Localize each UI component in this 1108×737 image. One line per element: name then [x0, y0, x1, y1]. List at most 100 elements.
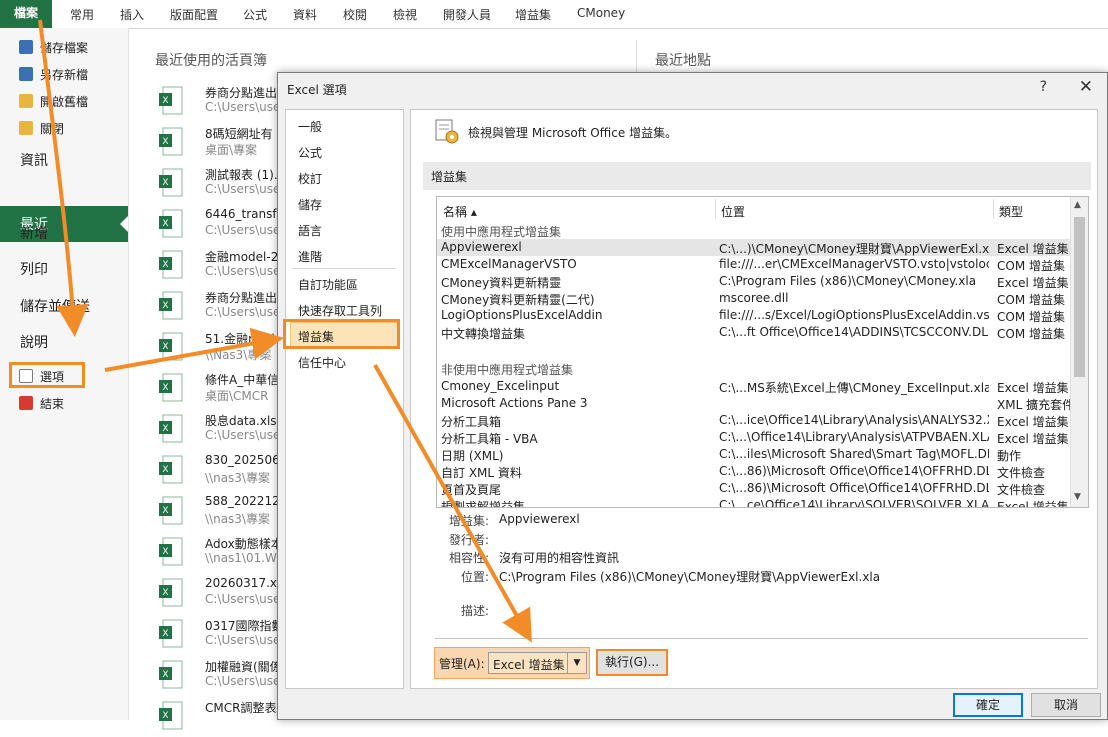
recent-file[interactable]: X CMCR調整表: [155, 697, 280, 737]
recent-file[interactable]: X 8碼短網址有 桌面\專案: [155, 123, 280, 163]
tab-review[interactable]: 校閱: [343, 6, 367, 23]
backstage-close[interactable]: 關閉: [0, 117, 128, 139]
nav-quick-access[interactable]: 快速存取工具列: [298, 302, 382, 319]
nav-divider: [292, 268, 396, 269]
tab-insert[interactable]: 插入: [120, 6, 144, 23]
svg-text:X: X: [162, 588, 168, 598]
recent-file[interactable]: X 券商分點進出 C:\Users\use: [155, 82, 280, 122]
table-row[interactable]: 規劃求解增益集 C:\...ce\Office14\Library\SOLVER\…: [437, 497, 1071, 507]
chevron-down-icon[interactable]: ▼: [567, 653, 586, 673]
table-row[interactable]: 分析工具箱 - VBA C:\...\Office14\Library\Analy…: [437, 429, 1071, 446]
tab-page-layout[interactable]: 版面配置: [170, 6, 218, 23]
backstage-new[interactable]: 新增: [20, 223, 48, 243]
excel-file-icon: X: [159, 86, 183, 115]
tab-home[interactable]: 常用: [70, 6, 94, 23]
addins-table[interactable]: 名稱 ▴ 位置 類型 使用中應用程式增益集 Appviewerexl C:\...…: [436, 196, 1089, 508]
nav-save[interactable]: 儲存: [298, 196, 322, 213]
column-name[interactable]: 名稱 ▴: [443, 203, 477, 220]
ok-button[interactable]: 確定: [953, 693, 1023, 717]
table-row-selected[interactable]: Appviewerexl C:\...)\CMoney\CMoney理財寶\App…: [437, 239, 1071, 256]
manage-select[interactable]: Excel 增益集 ▼: [488, 652, 587, 674]
backstage-print[interactable]: 列印: [20, 259, 48, 279]
recent-places-title: 最近地點: [655, 53, 711, 69]
svg-text:X: X: [162, 465, 168, 475]
nav-proofing[interactable]: 校訂: [298, 170, 322, 187]
backstage-help[interactable]: 說明: [20, 332, 48, 352]
excel-file-icon: X: [159, 496, 183, 525]
detail-compat-label: 相容性:: [448, 551, 489, 565]
table-row[interactable]: 頁首及頁尾 C:\...86)\Microsoft Office\Office14…: [437, 480, 1071, 497]
recent-file[interactable]: X 條件A_中華信 桌面\CMCR: [155, 369, 280, 409]
excel-file-icon: X: [159, 250, 183, 279]
table-row[interactable]: CMoney資料更新精靈 C:\Program Files (x86)\CMone…: [437, 273, 1071, 290]
scroll-up-icon[interactable]: ▲: [1074, 200, 1081, 210]
detail-compat-value: 沒有可用的相容性資訊: [499, 551, 620, 565]
table-row[interactable]: 分析工具箱 C:\...ice\Office14\Library\Analysis…: [437, 412, 1071, 429]
tab-file[interactable]: 檔案: [0, 0, 52, 28]
backstage-save[interactable]: 儲存檔案: [0, 36, 128, 58]
svg-text:X: X: [162, 301, 168, 311]
table-row[interactable]: LogiOptionsPlusExcelAddin file:///...s/Ex…: [437, 307, 1071, 324]
tab-data[interactable]: 資料: [293, 6, 317, 23]
table-scrollbar[interactable]: ▲ ▼: [1070, 197, 1088, 507]
save-as-icon: [19, 67, 33, 81]
table-row[interactable]: Microsoft Actions Pane 3 XML 擴充套件: [437, 395, 1074, 412]
nav-language[interactable]: 語言: [298, 222, 322, 239]
backstage-save-as[interactable]: 另存新檔: [0, 63, 128, 85]
column-divider: [715, 199, 716, 219]
addins-panel: 檢視與管理 Microsoft Office 增益集。 增益集 名稱 ▴ 位置 …: [410, 109, 1098, 689]
excel-file-icon: X: [159, 127, 183, 156]
recent-file[interactable]: X 金融model-2 C:\Users\use: [155, 246, 280, 286]
recent-file[interactable]: X 830_202506 \\nas3\專案: [155, 451, 280, 491]
detail-publisher-label: 發行者:: [448, 533, 489, 547]
detail-addin-value: Appviewerexl: [499, 512, 580, 526]
nav-customize-ribbon[interactable]: 自訂功能區: [298, 276, 358, 293]
group-active: 使用中應用程式增益集: [441, 225, 562, 239]
backstage-open[interactable]: 開啟舊檔: [0, 90, 128, 112]
close-button[interactable]: ✕: [1079, 77, 1093, 97]
go-button[interactable]: 執行(G)...: [596, 649, 668, 676]
column-type[interactable]: 類型: [999, 203, 1023, 220]
detail-location-label: 位置:: [460, 570, 489, 584]
backstage-exit[interactable]: 結束: [0, 392, 128, 414]
recent-file[interactable]: X 588_202212 \\nas3\專案: [155, 492, 280, 532]
tab-view[interactable]: 檢視: [393, 6, 417, 23]
table-row[interactable]: 日期 (XML) C:\...iles\Microsoft Shared\Smar…: [437, 446, 1071, 463]
tab-developer[interactable]: 開發人員: [443, 6, 491, 23]
recent-file[interactable]: X Adox動態樣本 \\nas1\01.W: [155, 533, 280, 573]
backstage-save-send[interactable]: 儲存並傳送: [20, 296, 90, 316]
table-row[interactable]: CMExcelManagerVSTO file:///...er\CMExcelM…: [437, 256, 1071, 273]
table-row[interactable]: Cmoney_Excelinput C:\...MS系統\Excel上傳\CMon…: [437, 378, 1071, 395]
table-row[interactable]: 中文轉換增益集 C:\...ft Office\Office14\ADDINS\T…: [437, 324, 1071, 341]
recent-file[interactable]: X 51.金融mode \\Nas3\專案: [155, 328, 280, 368]
recent-file[interactable]: X 股息data.xlsx C:\Users\use: [155, 410, 280, 450]
tab-addins[interactable]: 增益集: [515, 6, 551, 23]
help-button[interactable]: ?: [1040, 79, 1047, 95]
nav-advanced[interactable]: 進階: [298, 248, 322, 265]
svg-text:X: X: [162, 670, 168, 680]
svg-text:X: X: [162, 506, 168, 516]
recent-file[interactable]: X 0317國際指數 C:\Users\use: [155, 615, 280, 655]
manage-label: 管理(A):: [439, 657, 485, 671]
exit-icon: [19, 396, 33, 410]
cancel-button[interactable]: 取消: [1031, 693, 1101, 717]
recent-file[interactable]: X 加權融資(關係 C:\Users\use: [155, 656, 280, 696]
table-row[interactable]: 自訂 XML 資料 C:\...86)\Microsoft Office\Offi…: [437, 463, 1071, 480]
scrollbar-thumb[interactable]: [1074, 217, 1085, 377]
table-row[interactable]: CMoney資料更新精靈(二代) mscoree.dll COM 增益集: [437, 290, 1071, 307]
scroll-down-icon[interactable]: ▼: [1074, 492, 1081, 502]
close-folder-icon: [19, 121, 33, 135]
backstage-info[interactable]: 資訊: [20, 150, 48, 170]
recent-file[interactable]: X 券商分點進出 C:\Users\use: [155, 287, 280, 327]
excel-file-icon: X: [159, 660, 183, 689]
recent-file[interactable]: X 6446_transf C:\Users\use: [155, 205, 280, 245]
recent-file[interactable]: X 測試報表 (1). C:\Users\use: [155, 164, 280, 204]
tab-formulas[interactable]: 公式: [243, 6, 267, 23]
recent-file[interactable]: X 20260317.xl C:\Users\use: [155, 574, 280, 614]
column-location[interactable]: 位置: [721, 203, 745, 220]
nav-trust-center[interactable]: 信任中心: [298, 354, 346, 371]
tab-cmoney[interactable]: CMoney: [577, 6, 625, 20]
nav-formulas[interactable]: 公式: [298, 144, 322, 161]
nav-general[interactable]: 一般: [298, 118, 322, 135]
svg-text:X: X: [162, 629, 168, 639]
